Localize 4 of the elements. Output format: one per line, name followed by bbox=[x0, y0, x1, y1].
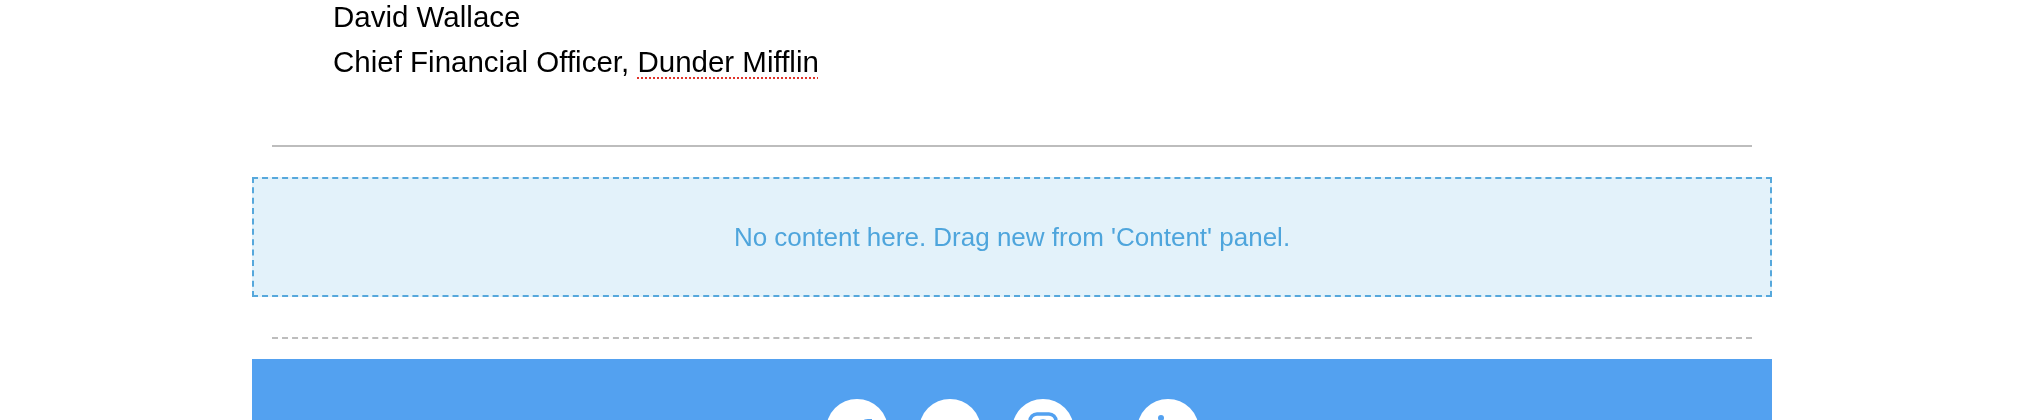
signature-title: Chief Financial Officer, Dunder Mifflin bbox=[333, 44, 819, 80]
drop-zone[interactable]: No content here. Drag new from 'Content' panel. bbox=[252, 177, 1772, 297]
signature-name: David Wallace bbox=[333, 0, 521, 35]
drop-zone-message: No content here. Drag new from 'Content' panel. bbox=[733, 220, 1291, 254]
